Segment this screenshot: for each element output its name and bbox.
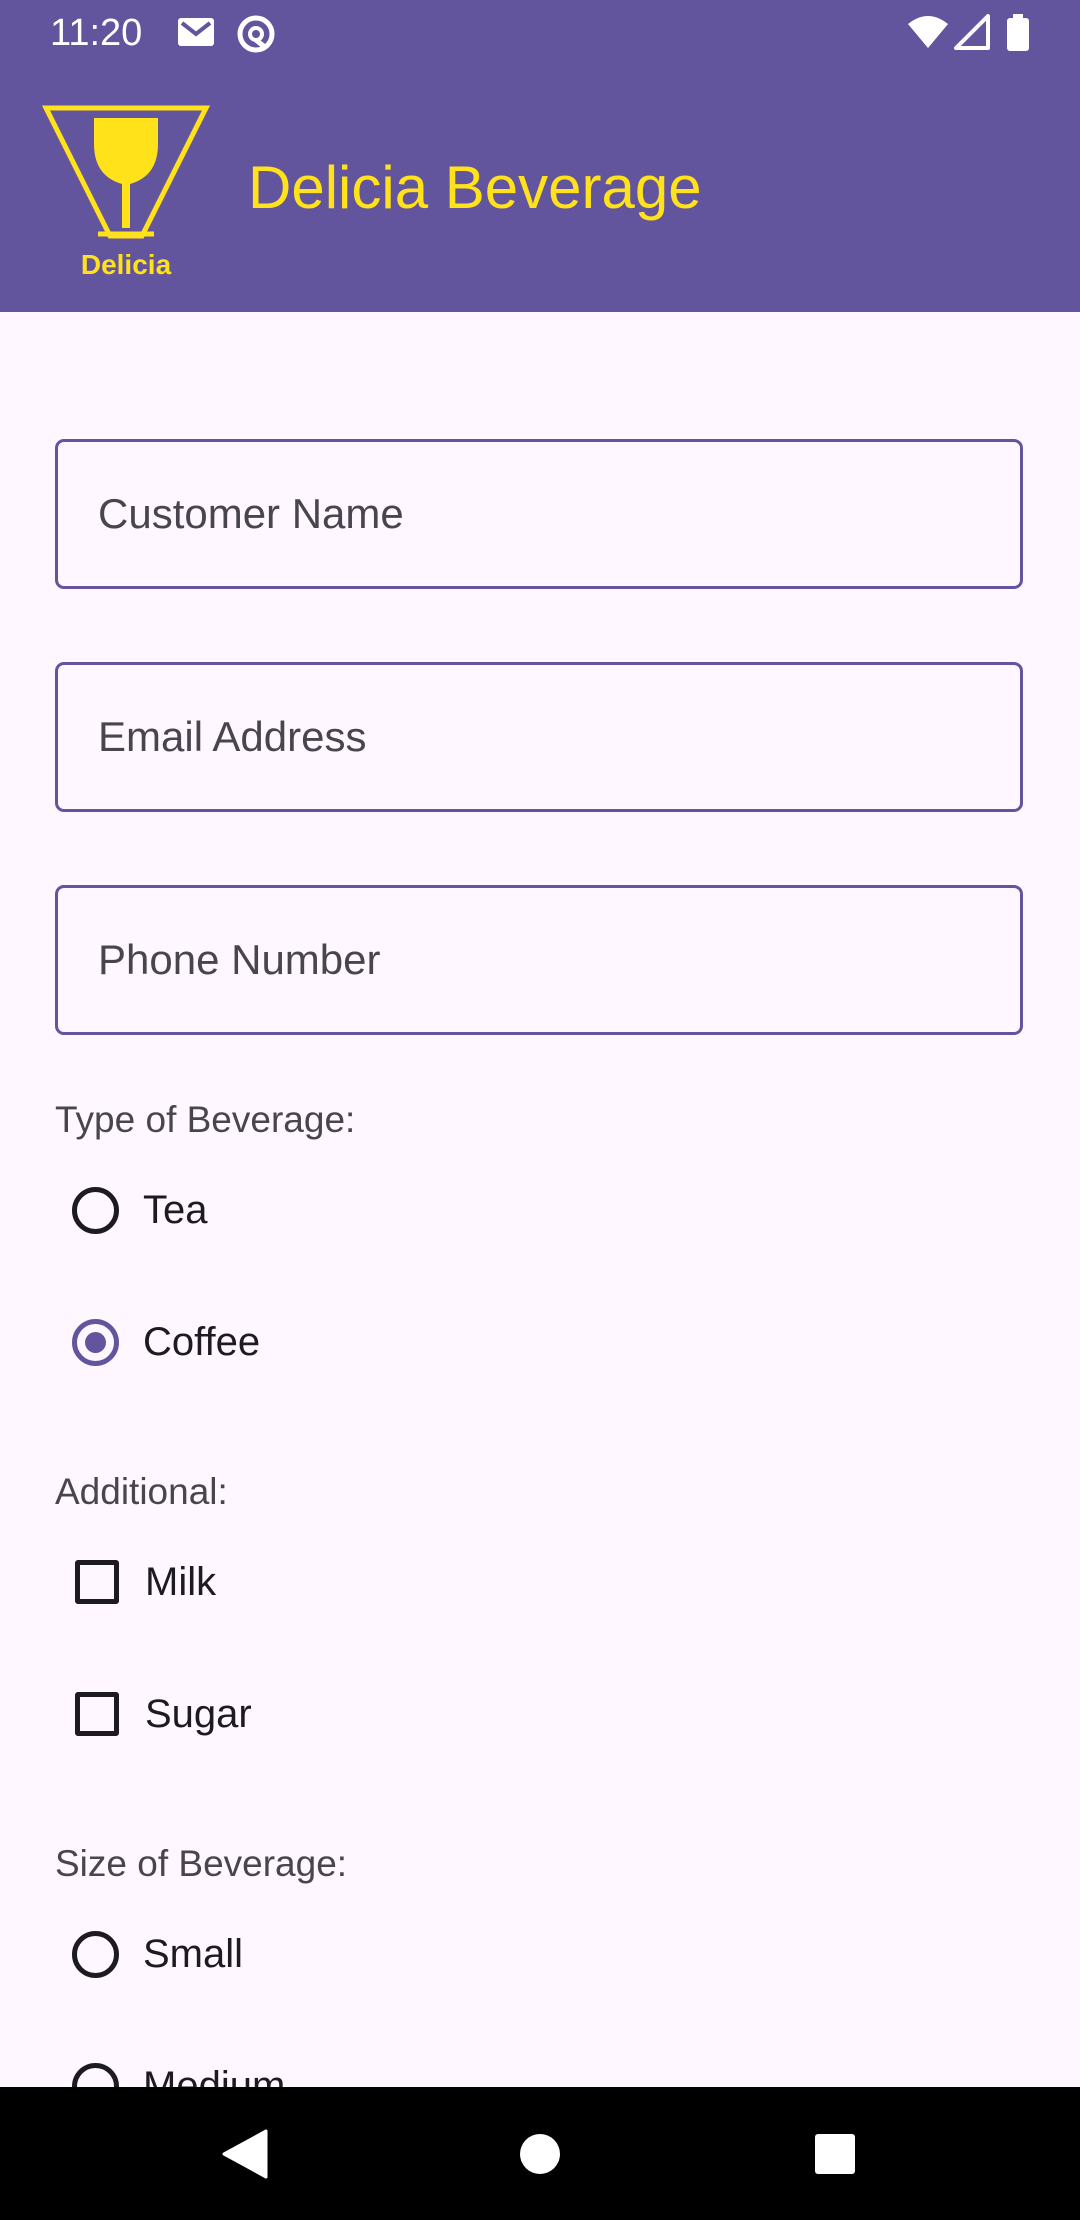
radio-option-medium[interactable]: Medium bbox=[55, 2036, 285, 2087]
status-bar: 11:20 bbox=[0, 0, 1080, 66]
checkbox[interactable] bbox=[75, 1560, 119, 1604]
radio-button[interactable] bbox=[72, 1186, 119, 1234]
size-label: Size of Beverage: bbox=[55, 1843, 348, 1884]
at-sign-notification-icon bbox=[236, 14, 276, 59]
radio-button[interactable] bbox=[72, 2062, 119, 2087]
option-label: Milk bbox=[145, 1560, 217, 1604]
radio-option-small[interactable]: Small bbox=[55, 1904, 243, 2004]
radio-option-coffee[interactable]: Coffee bbox=[55, 1292, 260, 1392]
customer-name-field[interactable] bbox=[55, 439, 1023, 589]
option-label: Coffee bbox=[143, 1320, 261, 1364]
signal-icon bbox=[954, 14, 990, 55]
app-bar: Delicia Delicia Beverage bbox=[0, 66, 1080, 312]
status-time: 11:20 bbox=[50, 12, 143, 54]
radio-option-tea[interactable]: Tea bbox=[55, 1160, 208, 1260]
radio-button-selected[interactable] bbox=[72, 1318, 119, 1366]
wifi-icon bbox=[906, 14, 950, 55]
email-field[interactable] bbox=[55, 662, 1023, 812]
back-icon[interactable] bbox=[185, 2087, 305, 2220]
phone-input[interactable] bbox=[58, 888, 1020, 1032]
option-label: Small bbox=[143, 1932, 244, 1976]
battery-icon bbox=[1006, 14, 1030, 57]
checkbox-option-milk[interactable]: Milk bbox=[55, 1532, 216, 1632]
system-nav-bar bbox=[0, 2087, 1080, 2220]
option-label: Medium bbox=[143, 2064, 286, 2087]
radio-button[interactable] bbox=[72, 1930, 119, 1978]
email-input[interactable] bbox=[58, 665, 1020, 809]
beverage-type-label: Type of Beverage: bbox=[55, 1099, 356, 1140]
customer-name-input[interactable] bbox=[58, 442, 1020, 586]
checkbox-option-sugar[interactable]: Sugar bbox=[55, 1664, 252, 1764]
phone-field[interactable] bbox=[55, 885, 1023, 1035]
additional-label: Additional: bbox=[55, 1471, 228, 1512]
recents-icon[interactable] bbox=[775, 2087, 895, 2220]
delicia-logo: Delicia bbox=[41, 104, 211, 280]
app-title: Delicia Beverage bbox=[248, 154, 702, 221]
gmail-icon bbox=[176, 14, 216, 55]
checkbox[interactable] bbox=[75, 1692, 119, 1736]
option-label: Sugar bbox=[145, 1692, 252, 1736]
option-label: Tea bbox=[143, 1188, 208, 1232]
home-icon[interactable] bbox=[480, 2087, 600, 2220]
order-form: Type of Beverage: Tea Coffee Additional:… bbox=[0, 312, 1080, 2087]
logo-text: Delicia bbox=[81, 249, 172, 280]
